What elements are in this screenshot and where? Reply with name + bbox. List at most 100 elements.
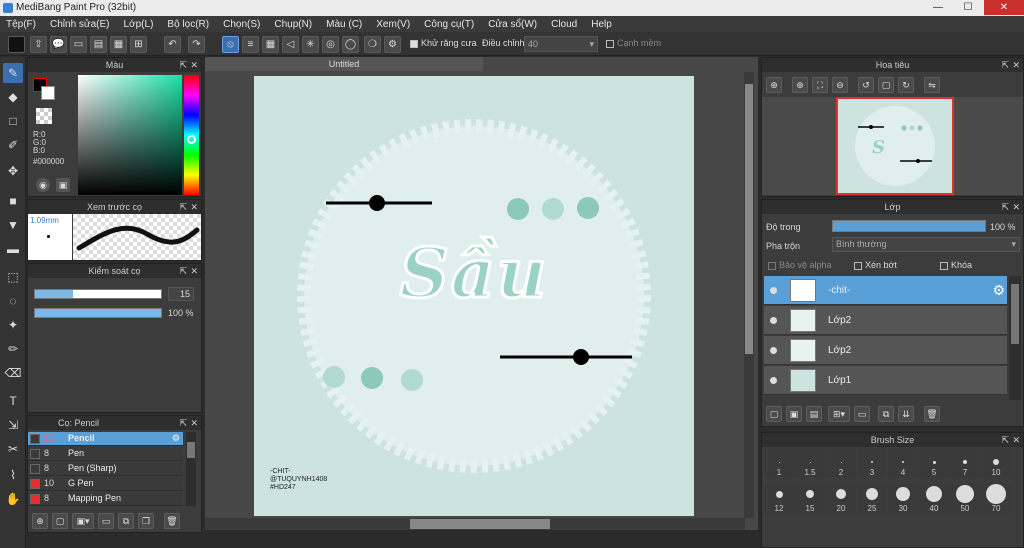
expand-icon[interactable]: ⇱	[179, 264, 187, 278]
transparent-color-swatch[interactable]	[36, 108, 52, 124]
brush-item-g-pen[interactable]: 10 G Pen	[28, 477, 183, 491]
concentric-snap-icon[interactable]: ◎	[322, 36, 339, 53]
new-8bit-layer-icon[interactable]: ▤	[806, 406, 822, 422]
color-history-icon[interactable]: ▣	[56, 178, 70, 192]
protect-alpha-checkbox[interactable]: Bảo vệ alpha	[768, 260, 832, 270]
eyedropper-icon[interactable]: ⌇	[3, 465, 23, 485]
close-icon[interactable]: ✕	[1012, 433, 1020, 447]
gradient-tool-icon[interactable]: ▬	[3, 239, 23, 259]
panel-icon[interactable]: ▦	[110, 36, 127, 53]
brush-size-option[interactable]: 1.5	[795, 448, 825, 478]
menu-cloud[interactable]: Cloud	[551, 19, 577, 30]
lock-checkbox[interactable]: Khóa	[940, 260, 972, 270]
layer-scrollbar[interactable]	[1009, 276, 1021, 400]
layer-row[interactable]: -chit- ⚙	[764, 276, 1007, 305]
clip-checkbox[interactable]: Xén bớt	[854, 260, 897, 270]
select-pen-icon[interactable]: ✏	[3, 339, 23, 359]
brush-size-option[interactable]: 12	[764, 484, 794, 514]
brush-size-option[interactable]: 30	[888, 484, 918, 514]
expand-icon[interactable]: ⇱	[1001, 58, 1009, 72]
menu-tools[interactable]: Công cụ(T)	[424, 19, 474, 30]
merge-down-icon[interactable]: ⇊	[898, 406, 914, 422]
expand-icon[interactable]: ⇱	[1001, 200, 1009, 214]
brush-tool-icon[interactable]: ✎	[3, 63, 23, 83]
brush-size-option[interactable]: 40	[919, 484, 949, 514]
page-icon[interactable]: ▤	[90, 36, 107, 53]
fit-icon[interactable]: ⛶	[812, 77, 828, 93]
layer-folder-icon[interactable]: ▭	[854, 406, 870, 422]
radial-snap-icon[interactable]: ✳	[302, 36, 319, 53]
fill-rect-tool-icon[interactable]: ■	[3, 191, 23, 211]
brush-item-mapping-pen[interactable]: 8 Mapping Pen	[28, 492, 183, 506]
adjust-dropdown[interactable]: 40 ▾	[524, 36, 598, 52]
brush-size-option[interactable]: 25	[857, 484, 887, 514]
menu-window[interactable]: Cửa sổ(W)	[488, 19, 537, 30]
curve-snap-icon[interactable]: ❍	[364, 36, 381, 53]
opacity-slider[interactable]	[34, 308, 162, 318]
hue-handle[interactable]	[187, 135, 196, 144]
expand-icon[interactable]: ⇱	[179, 58, 187, 72]
flip-icon[interactable]: ⇋	[924, 77, 940, 93]
navigator-preview[interactable]: S	[762, 97, 1023, 195]
eraser-tool-icon[interactable]: ◆	[3, 87, 23, 107]
brush-item-pencil[interactable]: 15 Pencil ⚙	[28, 432, 183, 446]
scroll-thumb[interactable]	[187, 442, 195, 458]
layer-opacity-slider[interactable]	[832, 220, 986, 232]
brush-item-pen-sharp[interactable]: 8 Pen (Sharp)	[28, 462, 183, 476]
select-eraser-icon[interactable]: ⌫	[3, 363, 23, 383]
grid-icon[interactable]: ⊞	[130, 36, 147, 53]
palette-icon[interactable]: ◉	[36, 178, 50, 192]
close-button[interactable]: ✕	[984, 0, 1024, 15]
antialias-checkbox[interactable]: Khử răng cưa	[410, 38, 477, 48]
brush-size-option[interactable]: 5	[919, 448, 949, 478]
size-slider[interactable]	[34, 289, 162, 299]
menu-select[interactable]: Chọn(S)	[223, 19, 260, 30]
new-halftone-layer-icon[interactable]: ▣	[786, 406, 802, 422]
share-icon[interactable]: ⇪	[30, 36, 47, 53]
saturation-value-picker[interactable]	[78, 75, 182, 195]
parallel-snap-icon[interactable]: ≡	[242, 36, 259, 53]
divide-tool-icon[interactable]: ✂	[3, 439, 23, 459]
visibility-icon[interactable]	[770, 377, 777, 384]
color-swatch-button[interactable]	[8, 36, 25, 53]
copy-icon[interactable]: ❐	[138, 513, 154, 529]
expand-icon[interactable]: ⇱	[179, 416, 187, 430]
brush-size-option[interactable]: 15	[795, 484, 825, 514]
hand-tool-icon[interactable]: ✋	[3, 489, 23, 509]
brush-size-option[interactable]: 2	[826, 448, 856, 478]
close-icon[interactable]: ✕	[1012, 58, 1020, 72]
bucket-tool-icon[interactable]: ▼	[3, 215, 23, 235]
visibility-icon[interactable]	[770, 287, 777, 294]
operation-tool-icon[interactable]: ⇲	[3, 415, 23, 435]
close-icon[interactable]: ✕	[190, 200, 198, 214]
zoom-out-icon[interactable]: ⊖	[832, 77, 848, 93]
brush-size-option[interactable]: 3	[857, 448, 887, 478]
zoom-in-icon[interactable]: ⊕	[792, 77, 808, 93]
menu-view[interactable]: Xem(V)	[376, 19, 410, 30]
lasso-tool-icon[interactable]: ◌	[3, 291, 23, 311]
magic-wand-icon[interactable]: ✦	[3, 315, 23, 335]
brush-size-option[interactable]: 4	[888, 448, 918, 478]
brush-size-option[interactable]: 20	[826, 484, 856, 514]
undo-icon[interactable]: ↶	[164, 36, 181, 53]
pen-tool-icon[interactable]: ✐	[3, 135, 23, 155]
brush-size-option[interactable]: 50	[950, 484, 980, 514]
gear-icon[interactable]: ⚙	[992, 282, 1005, 299]
duplicate-layer-icon[interactable]: ⧉	[878, 406, 894, 422]
move-tool-icon[interactable]: ✥	[3, 161, 23, 181]
reset-rotation-icon[interactable]: ▢	[878, 77, 894, 93]
layer-row[interactable]: Lớp2	[764, 336, 1007, 365]
soft-edge-checkbox[interactable]: Cạnh mềm	[606, 38, 661, 48]
close-icon[interactable]: ✕	[190, 58, 198, 72]
minimize-button[interactable]: —	[924, 0, 952, 15]
brush-size-option[interactable]: 7	[950, 448, 980, 478]
close-icon[interactable]: ✕	[1012, 200, 1020, 214]
menu-edit[interactable]: Chỉnh sửa(E)	[50, 19, 110, 30]
close-icon[interactable]: ✕	[190, 416, 198, 430]
navigator-viewport[interactable]: S	[836, 97, 954, 195]
select-tool-icon[interactable]: ⬚	[3, 267, 23, 287]
text-tool-icon[interactable]: T	[3, 391, 23, 411]
rotate-left-icon[interactable]: ↺	[858, 77, 874, 93]
scroll-thumb[interactable]	[745, 84, 753, 354]
speech-bubble-icon[interactable]: 💬	[50, 36, 67, 53]
